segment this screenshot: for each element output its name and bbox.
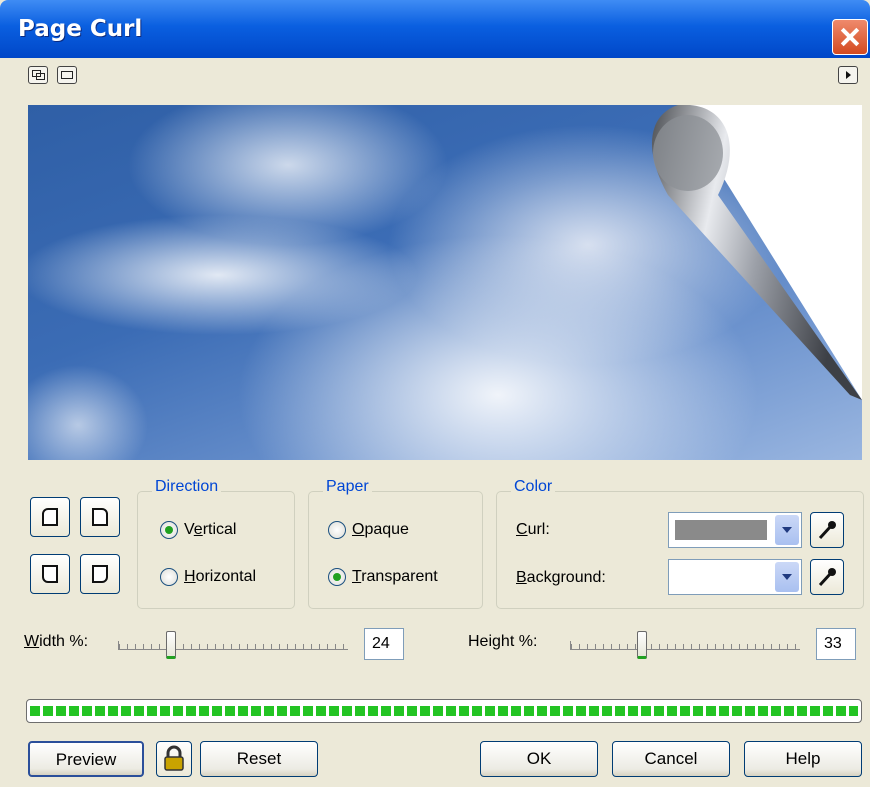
ok-button[interactable]: OK bbox=[480, 741, 598, 777]
width-label: Width %: bbox=[24, 633, 89, 650]
background-color-select[interactable] bbox=[668, 559, 802, 595]
paper-group: Paper bbox=[308, 478, 483, 609]
radio-selected-icon bbox=[328, 568, 346, 586]
height-label: Height %: bbox=[468, 633, 538, 650]
width-slider-thumb[interactable] bbox=[166, 631, 176, 659]
side-by-side-view-icon[interactable] bbox=[57, 66, 77, 84]
close-icon[interactable] bbox=[832, 19, 868, 55]
height-input[interactable]: 33 bbox=[816, 628, 856, 660]
help-button[interactable]: Help bbox=[744, 741, 862, 777]
background-eyedropper-button[interactable] bbox=[810, 559, 844, 595]
width-slider[interactable] bbox=[118, 631, 348, 659]
background-color-swatch bbox=[675, 567, 767, 587]
bottom-left-corner-button[interactable] bbox=[30, 554, 70, 594]
window-title: Page Curl bbox=[18, 16, 143, 42]
cancel-button[interactable]: Cancel bbox=[612, 741, 730, 777]
paper-label: Paper bbox=[323, 478, 372, 496]
page-corner-icon bbox=[42, 565, 58, 583]
width-input[interactable]: 24 bbox=[364, 628, 404, 660]
preview-image bbox=[28, 105, 862, 460]
vertical-radio[interactable]: Vertical bbox=[160, 518, 236, 542]
progress-fill bbox=[30, 706, 858, 716]
height-slider[interactable] bbox=[570, 631, 800, 659]
background-label: Background: bbox=[516, 569, 606, 586]
top-left-corner-button[interactable] bbox=[30, 497, 70, 537]
two-page-view-icon[interactable] bbox=[28, 66, 48, 84]
chevron-down-icon[interactable] bbox=[775, 515, 799, 545]
transparent-radio[interactable]: Transparent bbox=[328, 565, 438, 589]
curl-eyedropper-button[interactable] bbox=[810, 512, 844, 548]
page-corner-icon bbox=[42, 508, 58, 526]
color-label: Color bbox=[511, 478, 556, 496]
slider-track bbox=[570, 641, 800, 650]
curl-color-select[interactable] bbox=[668, 512, 802, 548]
flyout-arrow-icon[interactable] bbox=[838, 66, 858, 84]
horizontal-radio[interactable]: Horizontal bbox=[160, 565, 256, 589]
radio-icon bbox=[160, 568, 178, 586]
height-slider-thumb[interactable] bbox=[637, 631, 647, 659]
progress-bar bbox=[26, 699, 862, 723]
lock-button[interactable] bbox=[156, 741, 192, 777]
page-corner-icon bbox=[92, 508, 108, 526]
reset-button[interactable]: Reset bbox=[200, 741, 318, 777]
top-right-corner-button[interactable] bbox=[80, 497, 120, 537]
curl-label: Curl: bbox=[516, 521, 550, 538]
page-corner-icon bbox=[92, 565, 108, 583]
direction-label: Direction bbox=[152, 478, 222, 496]
direction-group: Direction bbox=[137, 478, 295, 609]
title-bar: Page Curl bbox=[0, 0, 870, 58]
chevron-down-icon[interactable] bbox=[775, 562, 799, 592]
radio-selected-icon bbox=[160, 521, 178, 539]
eyedropper-icon bbox=[818, 521, 836, 540]
preview-button[interactable]: Preview bbox=[28, 741, 144, 777]
bottom-right-corner-button[interactable] bbox=[80, 554, 120, 594]
lock-icon bbox=[164, 745, 184, 771]
opaque-radio[interactable]: Opaque bbox=[328, 518, 409, 542]
radio-icon bbox=[328, 521, 346, 539]
slider-track bbox=[118, 641, 348, 650]
eyedropper-icon bbox=[818, 568, 836, 587]
curl-color-swatch bbox=[675, 520, 767, 540]
